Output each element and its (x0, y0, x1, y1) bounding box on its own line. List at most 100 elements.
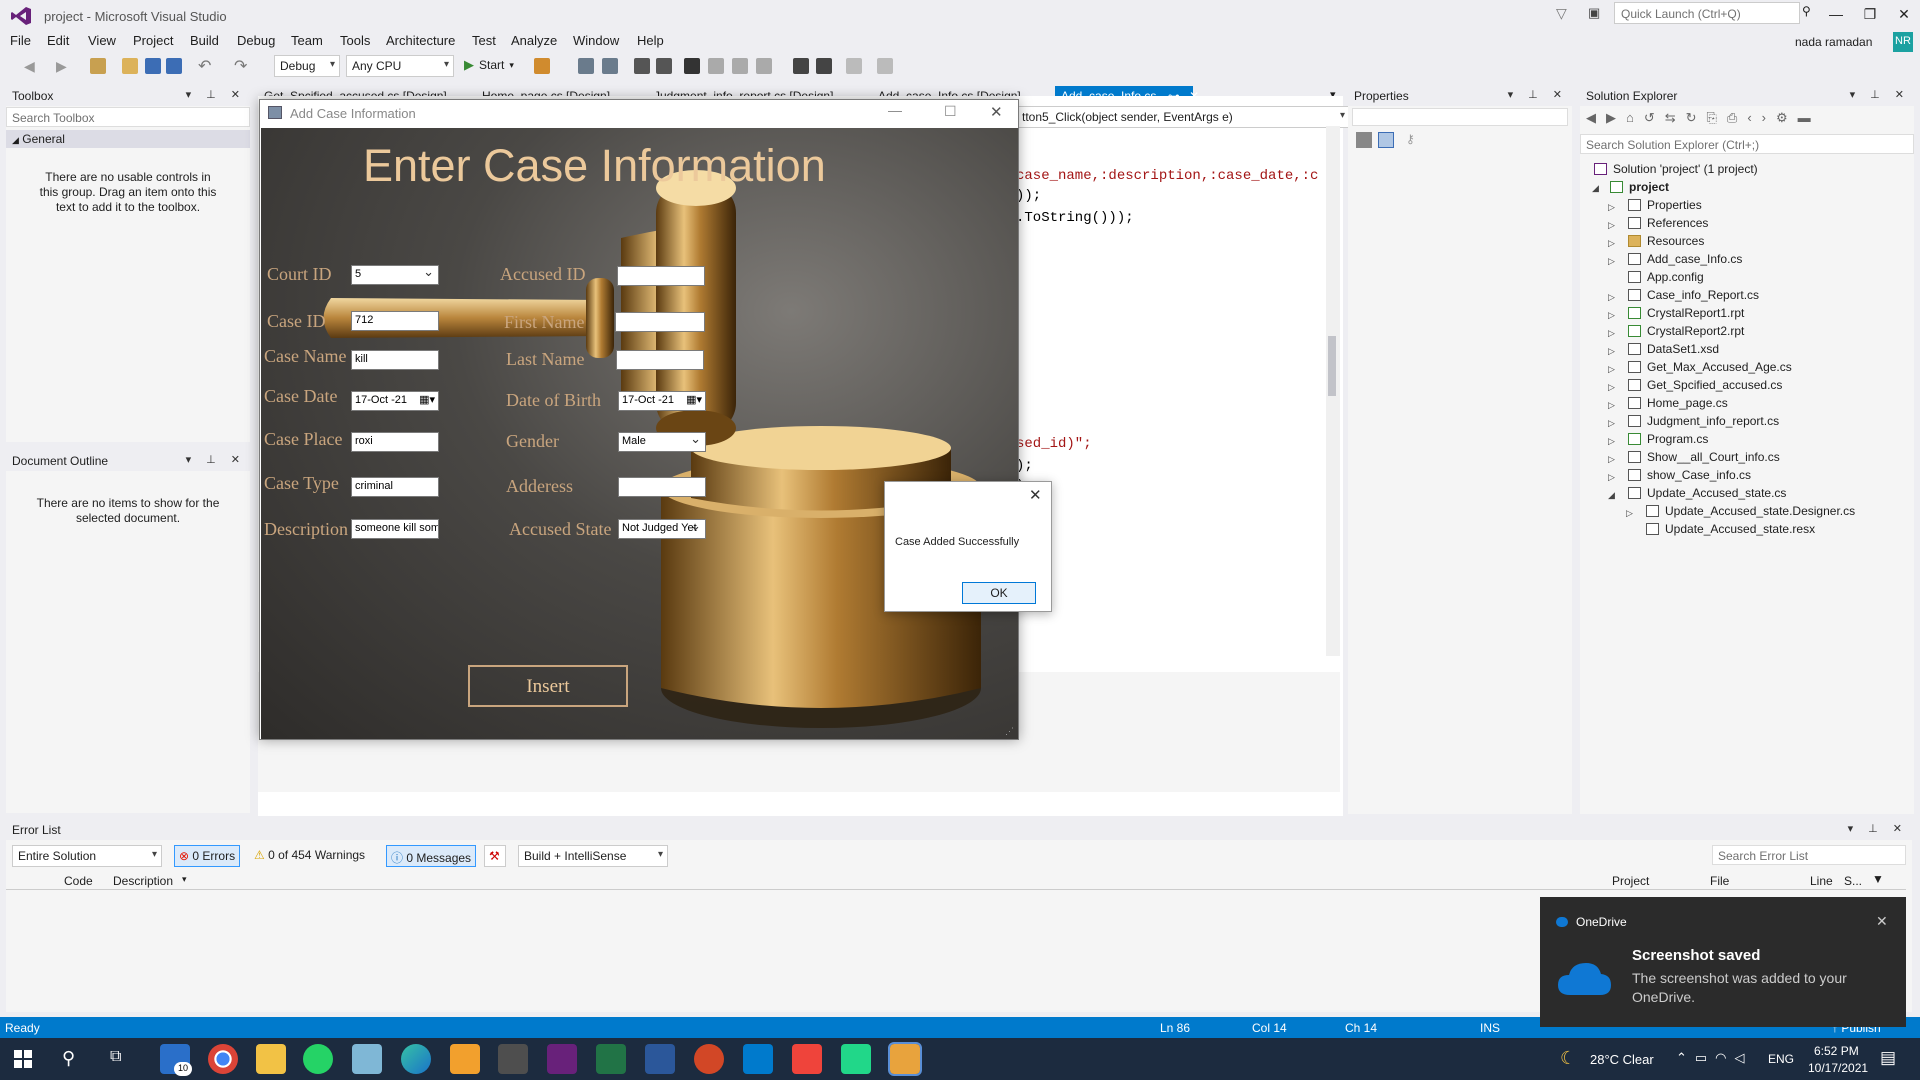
expand-icon[interactable]: ▷ (1608, 418, 1615, 429)
expand-icon[interactable]: ▷ (1608, 256, 1615, 267)
app-folder-icon[interactable] (450, 1044, 480, 1074)
tree-item-properties[interactable]: Properties (1628, 198, 1702, 212)
expand-icon[interactable]: ▷ (1608, 328, 1615, 339)
tree-item-file[interactable]: Update_Accused_state.cs (1628, 486, 1786, 500)
calendar-icon[interactable]: ▦▾ (419, 393, 435, 406)
git-icon[interactable] (498, 1044, 528, 1074)
close-button[interactable]: ✕ (1887, 0, 1920, 28)
menu-edit[interactable]: Edit (47, 33, 69, 48)
address-input[interactable] (618, 477, 706, 497)
attach-icon[interactable] (793, 58, 809, 74)
col-description[interactable]: Description (113, 874, 173, 888)
outdent-icon[interactable] (656, 58, 672, 74)
tree-item-file[interactable]: Case_info_Report.cs (1628, 288, 1759, 302)
solution-search-input[interactable]: Search Solution Explorer (Ctrl+;) (1580, 134, 1914, 154)
case-type-input[interactable]: criminal (351, 477, 439, 497)
toast-close-icon[interactable]: ✕ (1876, 913, 1888, 930)
quick-launch-input[interactable]: Quick Launch (Ctrl+Q) (1614, 2, 1800, 24)
pycharm-icon[interactable] (841, 1044, 871, 1074)
comment-icon[interactable] (846, 58, 862, 74)
powerpoint-icon[interactable] (694, 1044, 724, 1074)
detach-icon[interactable] (816, 58, 832, 74)
panel-controls-icon[interactable]: ▾ ⊥ ✕ (1848, 822, 1908, 835)
expand-icon[interactable]: ◢ (1592, 183, 1599, 194)
minimize-button[interactable]: — (1819, 0, 1853, 28)
alphabetical-icon[interactable] (1378, 132, 1394, 148)
case-id-input[interactable]: 712 (351, 311, 439, 331)
error-search-input[interactable]: Search Error List (1712, 845, 1906, 865)
tree-item-file[interactable]: Show__all_Court_info.cs (1628, 450, 1780, 464)
new-project-icon[interactable] (90, 58, 106, 74)
notepad-icon[interactable] (352, 1044, 382, 1074)
expand-icon[interactable]: ▷ (1608, 292, 1615, 303)
col-code[interactable]: Code (64, 874, 93, 888)
platform-select[interactable]: Any CPU (346, 55, 454, 77)
redo-icon[interactable]: ↷ (234, 56, 250, 75)
expand-icon[interactable]: ▷ (1608, 202, 1615, 213)
weather-icon[interactable]: ☾ (1560, 1048, 1576, 1069)
start-button[interactable]: ▶ Start ▾ (464, 57, 514, 73)
menu-window[interactable]: Window (573, 33, 619, 48)
accused-id-input[interactable] (617, 266, 705, 286)
file-explorer-icon[interactable] (256, 1044, 286, 1074)
menu-build[interactable]: Build (190, 33, 219, 48)
resize-grip-icon[interactable]: ⋰ (1005, 726, 1014, 737)
menu-project[interactable]: Project (133, 33, 173, 48)
property-pages-icon[interactable]: ⚷ (1406, 132, 1415, 146)
warnings-filter-button[interactable]: ⚠ 0 of 454 Warnings (250, 845, 369, 867)
build-source-select[interactable]: Build + IntelliSense (518, 845, 668, 867)
indent-icon[interactable] (634, 58, 650, 74)
tree-item-file[interactable]: Get_Max_Accused_Age.cs (1628, 360, 1792, 374)
expand-icon[interactable]: ▷ (1608, 382, 1615, 393)
properties-object-select[interactable] (1352, 108, 1568, 126)
menu-file[interactable]: File (10, 33, 31, 48)
col-line[interactable]: Line (1810, 874, 1833, 888)
solution-root[interactable]: Solution 'project' (1 project) (1594, 162, 1758, 176)
calendar-icon[interactable]: ▦▾ (686, 393, 702, 406)
expand-icon[interactable]: ▷ (1608, 238, 1615, 249)
menu-debug[interactable]: Debug (237, 33, 275, 48)
col-project[interactable]: Project (1612, 874, 1649, 888)
chevron-down-icon[interactable]: ▾ (182, 874, 187, 885)
onedrive-toast[interactable]: OneDrive ✕ Screenshot saved The screensh… (1540, 897, 1906, 1027)
clock-time[interactable]: 6:52 PM (1814, 1044, 1859, 1058)
uncomment-icon[interactable] (877, 58, 893, 74)
clear-bookmarks-icon[interactable] (756, 58, 772, 74)
tray-icons[interactable]: ⌃▭◠◁ (1676, 1050, 1753, 1066)
tree-item-file[interactable]: Judgment_info_report.cs (1628, 414, 1779, 428)
maximize-button[interactable]: ❐ (1853, 0, 1887, 28)
undo-icon[interactable]: ↶ (198, 56, 214, 75)
tree-item-file[interactable]: App.config (1628, 270, 1704, 284)
word-icon[interactable] (645, 1044, 675, 1074)
visual-studio-icon[interactable] (547, 1044, 577, 1074)
menu-view[interactable]: View (88, 33, 116, 48)
case-name-input[interactable]: kill (351, 350, 439, 370)
running-form-icon[interactable] (888, 1042, 922, 1076)
user-name[interactable]: nada ramadan (1795, 35, 1872, 49)
gender-select[interactable]: Male (618, 432, 706, 452)
step-into-icon[interactable] (602, 58, 618, 74)
prev-bookmark-icon[interactable] (708, 58, 724, 74)
expand-icon[interactable]: ▷ (1608, 346, 1615, 357)
weather-text[interactable]: 28°C Clear (1590, 1052, 1654, 1067)
browser-link-icon[interactable] (534, 58, 550, 74)
court-id-select[interactable]: 5 (351, 265, 439, 285)
dob-picker[interactable]: 17-Oct -21 ▦▾ (618, 391, 706, 411)
app-maximize-button[interactable]: ☐ (944, 103, 957, 120)
edge-icon[interactable] (401, 1044, 431, 1074)
expand-icon[interactable]: ▷ (1608, 400, 1615, 411)
expand-icon[interactable]: ▷ (1608, 364, 1615, 375)
save-all-icon[interactable] (166, 58, 182, 74)
menu-tools[interactable]: Tools (340, 33, 370, 48)
panel-controls-icon[interactable]: ▾ ⊥ ✕ (186, 88, 246, 101)
expand-icon[interactable]: ▷ (1608, 472, 1615, 483)
case-date-picker[interactable]: 17-Oct -21 ▦▾ (351, 391, 439, 411)
tree-item-file[interactable]: CrystalReport1.rpt (1628, 306, 1744, 320)
step-icon[interactable] (578, 58, 594, 74)
feedback-icon[interactable]: ▣ (1588, 5, 1600, 21)
tree-item-references[interactable]: References (1628, 216, 1708, 230)
clock-date[interactable]: 10/17/2021 (1808, 1061, 1868, 1075)
save-icon[interactable] (145, 58, 161, 74)
tree-item-file[interactable]: Home_page.cs (1628, 396, 1728, 410)
app-close-button[interactable]: ✕ (990, 103, 1003, 121)
